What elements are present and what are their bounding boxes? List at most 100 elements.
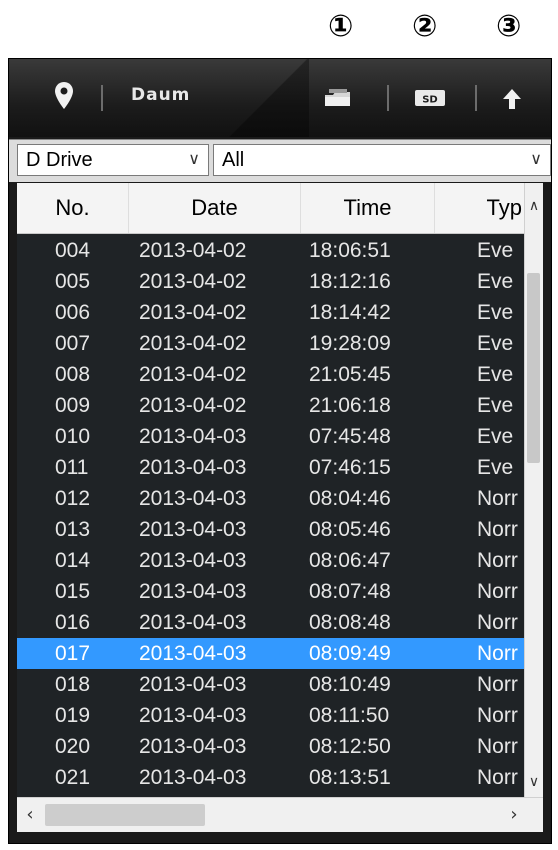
- scroll-left-icon[interactable]: ‹: [19, 798, 41, 832]
- cell-time: 21:05:45: [309, 363, 391, 386]
- toolbar-separator: [101, 85, 103, 111]
- cell-date: 2013-04-02: [139, 394, 247, 417]
- table-row[interactable]: 005 2013-04-02 18:12:16 Eve: [17, 266, 527, 297]
- cell-no: 018: [55, 673, 91, 696]
- cell-date: 2013-04-03: [139, 549, 247, 572]
- table-row[interactable]: 012 2013-04-03 08:04:46 Norr: [17, 483, 527, 514]
- table-header: No. Date Time Typ: [17, 183, 543, 234]
- column-header-type[interactable]: Typ: [435, 183, 527, 233]
- cell-date: 2013-04-02: [139, 301, 247, 324]
- cell-date: 2013-04-02: [139, 363, 247, 386]
- table-row[interactable]: 021 2013-04-03 08:13:51 Norr: [17, 762, 527, 793]
- table-row[interactable]: 010 2013-04-03 07:45:48 Eve: [17, 421, 527, 452]
- table-row[interactable]: 019 2013-04-03 08:11:50 Norr: [17, 700, 527, 731]
- chevron-down-icon: ∨: [530, 151, 542, 168]
- cell-time: 07:45:48: [309, 425, 391, 448]
- cell-time: 07:46:15: [309, 456, 391, 479]
- cell-no: 020: [55, 735, 91, 758]
- drive-select[interactable]: D Drive ∨: [17, 144, 209, 176]
- callout-2: ②: [412, 9, 438, 44]
- cell-time: 18:12:16: [309, 270, 391, 293]
- cell-type: Norr: [477, 487, 518, 510]
- upload-arrow-icon[interactable]: [501, 87, 523, 111]
- cell-date: 2013-04-02: [139, 270, 247, 293]
- cell-time: 08:05:46: [309, 518, 391, 541]
- cell-type: Norr: [477, 673, 518, 696]
- cell-time: 18:06:51: [309, 239, 391, 262]
- table-row[interactable]: 009 2013-04-02 21:06:18 Eve: [17, 390, 527, 421]
- callout-3: ③: [496, 9, 522, 44]
- cell-type: Norr: [477, 642, 518, 665]
- cell-no: 021: [55, 766, 91, 789]
- cell-no: 015: [55, 580, 91, 603]
- recording-table: No. Date Time Typ 004 2013-04-02 18:06:51 E…: [17, 183, 543, 797]
- cell-no: 004: [55, 239, 91, 262]
- cell-type: Norr: [477, 704, 518, 727]
- cell-time: 08:12:50: [309, 735, 391, 758]
- cell-date: 2013-04-03: [139, 518, 247, 541]
- type-filter-value: All: [222, 149, 245, 171]
- cell-type: Norr: [477, 549, 518, 572]
- cell-type: Norr: [477, 580, 518, 603]
- cell-date: 2013-04-03: [139, 704, 247, 727]
- cell-no: 007: [55, 332, 91, 355]
- horizontal-scrollbar[interactable]: ‹ ›: [17, 797, 543, 832]
- cell-date: 2013-04-03: [139, 673, 247, 696]
- sd-card-label: SD: [422, 95, 438, 106]
- scroll-down-icon[interactable]: ∨: [525, 771, 543, 793]
- scroll-right-icon[interactable]: ›: [503, 798, 525, 832]
- table-row[interactable]: 007 2013-04-02 19:28:09 Eve: [17, 328, 527, 359]
- column-header-no[interactable]: No.: [17, 183, 129, 233]
- type-filter-select[interactable]: All ∨: [213, 144, 551, 176]
- cell-no: 006: [55, 301, 91, 324]
- column-header-date[interactable]: Date: [129, 183, 301, 233]
- cell-no: 011: [55, 456, 89, 479]
- callout-labels: ① ② ③: [0, 8, 558, 46]
- vertical-scroll-thumb[interactable]: [527, 273, 540, 463]
- folder-icon[interactable]: [323, 87, 353, 109]
- table-row[interactable]: 016 2013-04-03 08:08:48 Norr: [17, 607, 527, 638]
- cell-no: 016: [55, 611, 91, 634]
- table-row[interactable]: 014 2013-04-03 08:06:47 Norr: [17, 545, 527, 576]
- sd-card-icon[interactable]: SD: [413, 87, 447, 109]
- cell-no: 017: [55, 642, 91, 665]
- table-row[interactable]: 006 2013-04-02 18:14:42 Eve: [17, 297, 527, 328]
- cell-time: 18:14:42: [309, 301, 391, 324]
- toolbar-separator: [475, 85, 477, 111]
- toolbar-title: Daum: [131, 85, 191, 105]
- cell-no: 005: [55, 270, 91, 293]
- table-row[interactable]: 018 2013-04-03 08:10:49 Norr: [17, 669, 527, 700]
- cell-no: 014: [55, 549, 91, 572]
- cell-time: 21:06:18: [309, 394, 391, 417]
- cell-type: Eve: [477, 425, 514, 448]
- filter-bar: D Drive ∨ All ∨: [9, 139, 551, 182]
- scroll-up-icon[interactable]: ∧: [525, 195, 543, 217]
- cell-type: Eve: [477, 456, 514, 479]
- cell-time: 08:11:50: [309, 704, 390, 727]
- chevron-down-icon: ∨: [188, 151, 200, 168]
- table-row[interactable]: 020 2013-04-03 08:12:50 Norr: [17, 731, 527, 762]
- column-header-time[interactable]: Time: [301, 183, 435, 233]
- cell-time: 08:07:48: [309, 580, 391, 603]
- horizontal-scroll-thumb[interactable]: [45, 804, 205, 826]
- table-row[interactable]: 013 2013-04-03 08:05:46 Norr: [17, 514, 527, 545]
- table-row[interactable]: 017 2013-04-03 08:09:49 Norr: [17, 638, 527, 669]
- table-row[interactable]: 008 2013-04-02 21:05:45 Eve: [17, 359, 527, 390]
- cell-date: 2013-04-03: [139, 642, 247, 665]
- cell-time: 19:28:09: [309, 332, 391, 355]
- location-pin-icon[interactable]: [53, 81, 75, 111]
- cell-no: 013: [55, 518, 91, 541]
- cell-type: Eve: [477, 332, 514, 355]
- table-row[interactable]: 004 2013-04-02 18:06:51 Eve: [17, 235, 527, 266]
- cell-date: 2013-04-03: [139, 487, 247, 510]
- toolbar-separator: [387, 85, 389, 111]
- table-row[interactable]: 011 2013-04-03 07:46:15 Eve: [17, 452, 527, 483]
- cell-date: 2013-04-03: [139, 611, 247, 634]
- cell-no: 009: [55, 394, 91, 417]
- cell-date: 2013-04-03: [139, 735, 247, 758]
- table-row[interactable]: 015 2013-04-03 08:07:48 Norr: [17, 576, 527, 607]
- cell-date: 2013-04-03: [139, 425, 247, 448]
- cell-type: Eve: [477, 270, 514, 293]
- vertical-scrollbar[interactable]: ∧ ∨: [524, 183, 543, 797]
- cell-no: 012: [55, 487, 91, 510]
